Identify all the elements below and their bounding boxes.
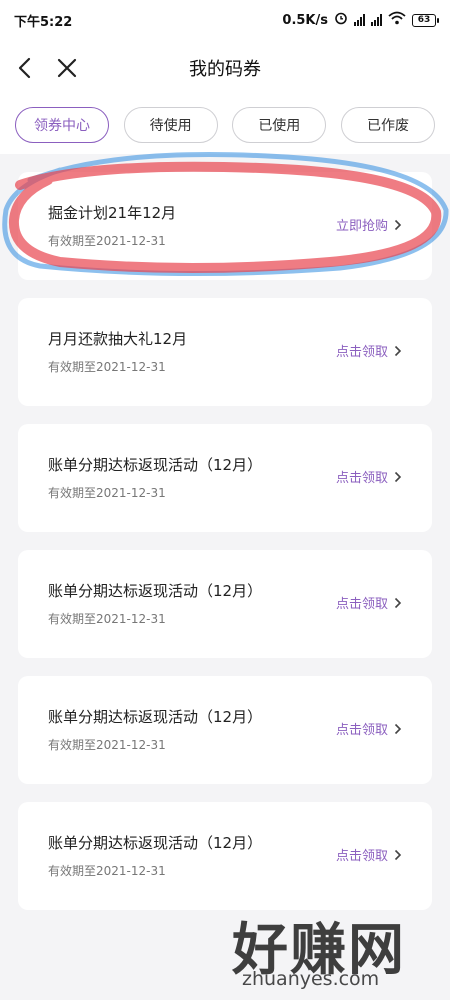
status-time: 下午5:22 xyxy=(14,14,73,30)
chevron-right-icon xyxy=(394,471,402,482)
coupon-title: 账单分期达标返现活动（12月） xyxy=(48,708,263,726)
coupon-action-button[interactable]: 点击领取 xyxy=(336,845,402,864)
coupon-card[interactable]: 账单分期达标返现活动（12月） 有效期至2021-12-31 点击领取 xyxy=(18,676,432,784)
wifi-icon xyxy=(388,11,406,29)
coupon-title: 账单分期达标返现活动（12月） xyxy=(48,582,263,600)
coupon-card[interactable]: 账单分期达标返现活动（12月） 有效期至2021-12-31 点击领取 xyxy=(18,424,432,532)
coupon-validity: 有效期至2021-12-31 xyxy=(48,360,166,374)
watermark-url: zhuanyes.com xyxy=(242,968,380,990)
coupon-validity: 有效期至2021-12-31 xyxy=(48,234,166,248)
coupon-card[interactable]: 掘金计划21年12月 有效期至2021-12-31 立即抢购 xyxy=(18,172,432,280)
coupon-list: 掘金计划21年12月 有效期至2021-12-31 立即抢购 月月还款抽大礼12… xyxy=(18,172,432,928)
coupon-action-label: 立即抢购 xyxy=(335,219,388,234)
signal-icon-2 xyxy=(371,14,382,26)
chevron-right-icon xyxy=(394,345,402,356)
status-indicators: 0.5K/s 63 xyxy=(282,11,439,29)
coupon-action-label: 点击领取 xyxy=(335,597,388,612)
network-speed: 0.5K/s xyxy=(282,12,328,28)
tab-to-use[interactable]: 待使用 xyxy=(123,107,218,143)
coupon-action-label: 点击领取 xyxy=(335,723,388,738)
coupon-title: 账单分期达标返现活动（12月） xyxy=(48,456,263,474)
coupon-card[interactable]: 账单分期达标返现活动（12月） 有效期至2021-12-31 点击领取 xyxy=(18,550,432,658)
coupon-card[interactable]: 月月还款抽大礼12月 有效期至2021-12-31 点击领取 xyxy=(18,298,432,406)
signal-icon xyxy=(354,14,365,26)
coupon-validity: 有效期至2021-12-31 xyxy=(48,738,166,752)
coupon-title: 掘金计划21年12月 xyxy=(48,204,177,222)
coupon-action-button[interactable]: 立即抢购 xyxy=(336,215,402,234)
coupon-card[interactable]: 账单分期达标返现活动（12月） 有效期至2021-12-31 点击领取 xyxy=(18,802,432,910)
nav-bar: 我的码券 xyxy=(0,40,450,96)
coupon-action-button[interactable]: 点击领取 xyxy=(336,593,402,612)
tab-used[interactable]: 已使用 xyxy=(232,107,327,143)
chevron-right-icon xyxy=(394,723,402,734)
back-button[interactable] xyxy=(10,53,40,83)
coupon-validity: 有效期至2021-12-31 xyxy=(48,864,166,878)
coupon-action-label: 点击领取 xyxy=(335,849,388,864)
battery-icon: 63 xyxy=(412,13,439,27)
coupon-action-label: 点击领取 xyxy=(335,345,388,360)
coupon-title: 账单分期达标返现活动（12月） xyxy=(48,834,263,852)
coupon-action-button[interactable]: 点击领取 xyxy=(336,719,402,738)
tab-voided[interactable]: 已作废 xyxy=(340,107,435,143)
chevron-right-icon xyxy=(394,219,402,230)
status-bar: 下午5:22 0.5K/s 63 xyxy=(0,0,450,40)
coupon-action-label: 点击领取 xyxy=(335,471,388,486)
close-icon xyxy=(57,58,77,78)
chevron-right-icon xyxy=(394,597,402,608)
chevron-right-icon xyxy=(394,849,402,860)
coupon-action-button[interactable]: 点击领取 xyxy=(336,467,402,486)
alarm-icon xyxy=(334,11,348,29)
close-button[interactable] xyxy=(52,53,82,83)
tab-bar: 领券中心 待使用 已使用 已作废 xyxy=(0,96,450,154)
tab-coupon-center[interactable]: 领券中心 xyxy=(15,107,109,143)
coupon-action-button[interactable]: 点击领取 xyxy=(336,341,402,360)
chevron-left-icon xyxy=(18,57,31,79)
coupon-title: 月月还款抽大礼12月 xyxy=(48,330,188,348)
coupon-validity: 有效期至2021-12-31 xyxy=(48,486,166,500)
coupon-validity: 有效期至2021-12-31 xyxy=(48,612,166,626)
